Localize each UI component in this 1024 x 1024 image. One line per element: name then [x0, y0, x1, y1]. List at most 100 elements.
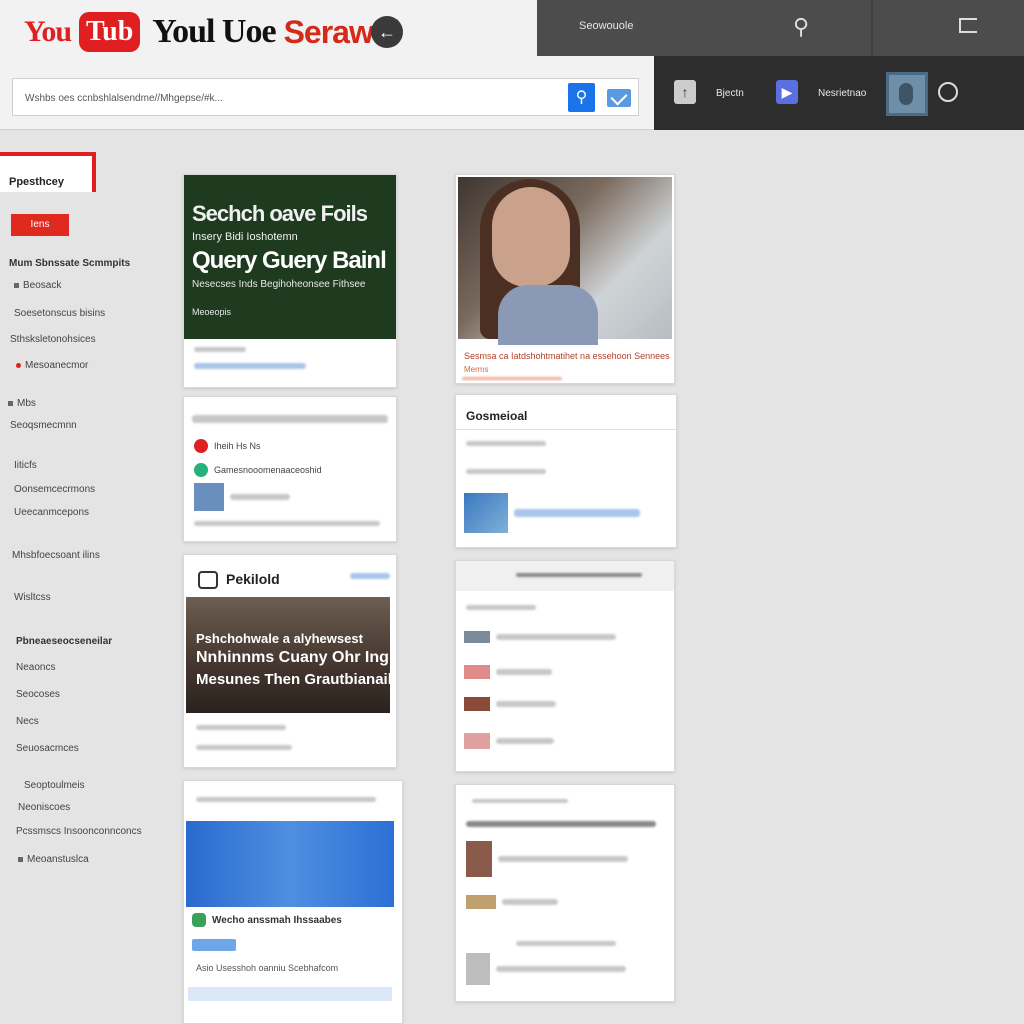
video-thumbnail[interactable]: Pshchohwale a alyhewsest Nnhinnms Cuany …: [186, 597, 396, 713]
avatar[interactable]: [886, 72, 928, 116]
list-item[interactable]: Iheih Hs Ns: [194, 439, 261, 453]
sidebar-title-tab[interactable]: Ppesthcey: [0, 152, 96, 192]
collapse-icon[interactable]: ←: [371, 16, 403, 48]
toolbar-label-2[interactable]: Nesrietnao: [818, 88, 866, 99]
blurred-text: [496, 738, 554, 744]
bullet-icon: [8, 400, 13, 406]
list-item[interactable]: [194, 483, 290, 511]
sidebar-item[interactable]: Seoptoulmeis: [24, 780, 85, 791]
sidebar-item[interactable]: Mesoanecmor: [16, 360, 88, 371]
blurred-text: [496, 966, 626, 972]
logo-tube-box: Tub: [79, 12, 141, 52]
thumbnail: [464, 665, 490, 679]
list-item[interactable]: [464, 631, 616, 643]
video-card[interactable]: Pekilold Pshchohwale a alyhewsest Nnhinn…: [183, 554, 397, 768]
thumbnail-subtitle: Mesunes Then Grautbianaik: [196, 671, 397, 688]
thumbnail: [194, 483, 224, 511]
video-meta: Merms: [464, 365, 489, 374]
sidebar-item[interactable]: Beosack: [14, 280, 61, 291]
list-item[interactable]: Gamesnooomenaaceoshid: [194, 463, 322, 477]
sidebar-item[interactable]: Necs: [16, 716, 39, 727]
mail-icon[interactable]: [607, 89, 631, 107]
apps-icon[interactable]: ▶: [776, 80, 798, 104]
blurred-text: [196, 745, 292, 750]
account-label[interactable]: Seowouole: [579, 20, 633, 32]
sidebar-item[interactable]: Oonsemcecrmons: [14, 484, 95, 495]
blurred-text: [516, 941, 616, 946]
video-thumbnail[interactable]: [186, 821, 394, 907]
thumbnail-headline: Nnhinnms Cuany Ohr Ing: [196, 649, 389, 666]
blurred-link[interactable]: [194, 363, 306, 369]
sidebar-item[interactable]: Sthsksletonohsices: [10, 334, 96, 345]
video-card[interactable]: Sechch oave Foils Insery Bidi Ioshotemn …: [183, 174, 397, 388]
blurred-link[interactable]: [350, 573, 390, 579]
video-title[interactable]: Sesmsa ca Iatdshohtmatihet na essehoon S…: [464, 351, 670, 361]
blurred-text: [466, 441, 546, 446]
thumbnail-face: [492, 187, 570, 287]
blurred-text: [194, 347, 246, 352]
channel-icon: [194, 463, 208, 477]
sidebar-item[interactable]: Pcssmscs Insoonconnconcs: [16, 826, 142, 837]
thumbnail-subtitle: Insery Bidi Ioshotemn: [192, 231, 298, 243]
search-bar[interactable]: Wshbs oes ccnbshlalsendme//Mhgepse/#k...…: [12, 78, 639, 116]
blurred-text: [466, 469, 546, 474]
list-item[interactable]: [466, 895, 558, 909]
feed-card[interactable]: [455, 560, 675, 772]
sidebar-item[interactable]: Meoanstuslca: [18, 854, 89, 865]
youtube-logo[interactable]: You Tub Youl Uoe Serawol: [24, 12, 400, 52]
logo-you-text: You: [24, 15, 72, 48]
search-icon[interactable]: ⚲: [793, 14, 809, 40]
thumbnail-headline: Query Guery Bainl: [192, 247, 387, 274]
sidebar-item[interactable]: Mhsbfoecsoant ilins: [12, 550, 100, 561]
list-item[interactable]: [466, 953, 626, 985]
blurred-text: [196, 797, 376, 802]
sidebar-item[interactable]: Seuosacmces: [16, 743, 79, 754]
search-button[interactable]: ⚲: [568, 83, 595, 112]
sidebar-item[interactable]: Mbs: [8, 398, 36, 409]
sidebar-item[interactable]: Mum Sbnssate Scmmpits: [9, 258, 130, 269]
thumbnail: [466, 841, 492, 877]
blurred-text: [194, 521, 380, 526]
window-icon[interactable]: [959, 18, 977, 33]
status-badge: [192, 939, 236, 951]
video-thumbnail[interactable]: Sechch oave Foils Insery Bidi Ioshotemn …: [184, 175, 396, 339]
sidebar-item[interactable]: Ueecanmcepons: [14, 507, 89, 518]
sidebar-item[interactable]: Neoniscoes: [18, 802, 70, 813]
feed-card[interactable]: Iheih Hs Ns Gamesnooomenaaceoshid: [183, 396, 397, 542]
video-card[interactable]: Sesmsa ca Iatdshohtmatihet na essehoon S…: [455, 174, 675, 384]
list-item[interactable]: [464, 493, 640, 533]
upload-icon[interactable]: ↑: [674, 80, 696, 104]
card-title: Gosmeioal: [466, 409, 528, 423]
feed-card[interactable]: [455, 784, 675, 1002]
thumbnail-title: Sechch oave Foils: [192, 201, 368, 226]
divider: [456, 429, 676, 430]
video-thumbnail[interactable]: [458, 177, 672, 345]
feed-card[interactable]: Gosmeioal: [455, 394, 677, 548]
settings-icon[interactable]: [938, 82, 958, 102]
sidebar-item[interactable]: Wisltcss: [14, 592, 51, 603]
blurred-text: [496, 701, 556, 707]
bullet-icon: [18, 856, 23, 862]
channel-row[interactable]: Wecho anssmah Ihssaabes: [192, 913, 342, 927]
sidebar-item[interactable]: Neaoncs: [16, 662, 55, 673]
sidebar-red-button[interactable]: Iens: [11, 214, 69, 236]
account-panel: Seowouole ⚲: [537, 0, 1024, 56]
thumbnail: [464, 733, 490, 749]
toolbar-label-1[interactable]: Bjectn: [716, 88, 744, 99]
list-item[interactable]: [466, 841, 628, 877]
sidebar-title: Ppesthcey: [9, 176, 65, 188]
list-item[interactable]: [464, 665, 552, 679]
sidebar-item[interactable]: Iiticfs: [14, 460, 37, 471]
list-item[interactable]: [464, 697, 556, 711]
sidebar-item[interactable]: Seoqsmecmnn: [10, 420, 77, 431]
thumbnail-caption: Pshchohwale a alyhewsest: [196, 631, 363, 646]
blurred-text: [230, 494, 290, 500]
search-input[interactable]: Wshbs oes ccnbshlalsendme//Mhgepse/#k...: [25, 93, 223, 104]
sidebar-item[interactable]: Seocoses: [16, 689, 60, 700]
sidebar-item[interactable]: Soesetonscus bisins: [14, 308, 105, 319]
thumbnail-caption: Nesecses Inds Begihoheonsee Fithsee: [192, 279, 366, 290]
video-card[interactable]: Wecho anssmah Ihssaabes Asio Usesshoh oa…: [183, 780, 403, 1024]
list-item[interactable]: [464, 733, 554, 749]
blurred-text: [466, 821, 656, 827]
blurred-text: [196, 725, 286, 730]
